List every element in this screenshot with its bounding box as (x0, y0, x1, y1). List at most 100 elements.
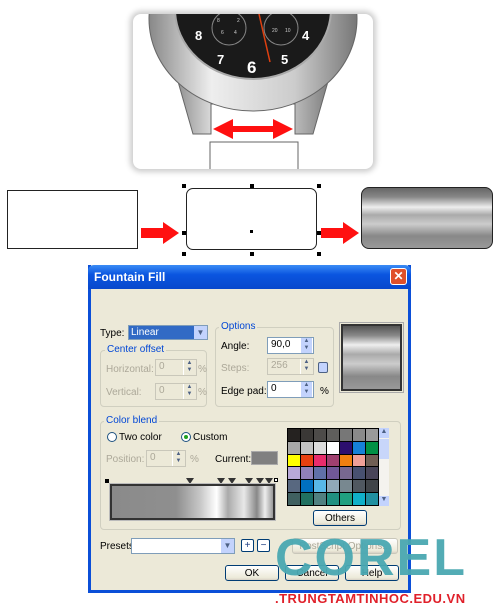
selection-handle[interactable] (182, 252, 186, 256)
palette-swatch[interactable] (314, 480, 326, 493)
vertical-input[interactable]: 0 ▲ ▼ (155, 383, 197, 400)
palette-swatch[interactable] (314, 493, 326, 505)
gradient-bar[interactable] (109, 483, 276, 521)
scroll-up-icon[interactable]: ▲ (379, 428, 389, 438)
spinner-icon[interactable]: ▲ ▼ (172, 451, 184, 466)
plain-rectangle (7, 190, 138, 249)
start-marker[interactable] (105, 479, 109, 483)
two-color-radio[interactable] (107, 432, 117, 442)
selection-handle[interactable] (317, 184, 321, 188)
others-button[interactable]: Others (313, 510, 367, 526)
palette-swatch[interactable] (340, 454, 352, 467)
palette-swatch[interactable] (301, 429, 313, 441)
palette-swatch[interactable] (366, 429, 378, 441)
palette-swatch[interactable] (353, 480, 365, 493)
steps-input[interactable]: 256 ▲ ▼ (267, 358, 314, 375)
vertical-label: Vertical: (106, 387, 142, 398)
scroll-thumb[interactable] (379, 439, 389, 459)
palette-swatch[interactable] (366, 493, 378, 505)
selection-handle[interactable] (250, 252, 254, 256)
end-marker[interactable] (274, 478, 278, 482)
palette-swatch[interactable] (340, 493, 352, 505)
custom-label: Custom (193, 432, 228, 443)
site-watermark: .TRUNGTAMTINHOC.EDU.VN (275, 591, 466, 606)
palette-swatch[interactable] (340, 480, 352, 493)
lock-icon[interactable] (318, 362, 328, 373)
palette-swatch[interactable] (288, 480, 300, 493)
spinner-icon[interactable]: ▲ ▼ (300, 338, 312, 353)
palette-swatch[interactable] (288, 454, 300, 467)
selection-handle[interactable] (250, 184, 254, 188)
steps-value: 256 (271, 360, 288, 371)
palette-swatch[interactable] (327, 480, 339, 493)
palette-swatch[interactable] (353, 429, 365, 441)
palette-swatch[interactable] (353, 441, 365, 454)
palette-swatch[interactable] (327, 454, 339, 467)
dialog-title-bar[interactable]: Fountain Fill ✕ (88, 265, 411, 289)
spinner-icon[interactable]: ▲ ▼ (300, 359, 312, 374)
center-offset-label: Center offset (105, 344, 167, 355)
chevron-down-icon[interactable]: ▼ (221, 539, 234, 553)
palette-swatch[interactable] (327, 493, 339, 505)
palette-swatch[interactable] (353, 454, 365, 467)
radio-dot-icon (184, 435, 188, 439)
horizontal-input[interactable]: 0 ▲ ▼ (155, 359, 197, 376)
dialog-title: Fountain Fill (94, 270, 166, 284)
spinner-icon[interactable]: ▲ ▼ (300, 382, 312, 397)
gradient-rounded-rectangle (361, 187, 493, 249)
palette-swatch[interactable] (340, 429, 352, 441)
palette-swatch[interactable] (366, 454, 378, 467)
palette-swatch[interactable] (301, 467, 313, 480)
add-preset-button[interactable]: + (241, 539, 254, 552)
selection-handle[interactable] (182, 184, 186, 188)
palette-swatch[interactable] (314, 429, 326, 441)
color-palette[interactable] (287, 428, 379, 506)
palette-swatch[interactable] (288, 493, 300, 505)
angle-label: Angle: (221, 341, 250, 352)
palette-swatch[interactable] (340, 467, 352, 480)
palette-swatch[interactable] (340, 441, 352, 454)
palette-swatch[interactable] (314, 454, 326, 467)
palette-swatch[interactable] (301, 480, 313, 493)
spinner-icon[interactable]: ▲ ▼ (183, 384, 195, 399)
ok-button[interactable]: OK (225, 565, 279, 581)
chevron-down-icon[interactable]: ▼ (194, 326, 207, 339)
palette-scrollbar[interactable]: ▲ ▼ (379, 428, 389, 506)
fill-preview[interactable] (339, 322, 404, 393)
selection-handle[interactable] (317, 252, 321, 256)
type-select[interactable]: Linear ▼ (128, 325, 208, 340)
palette-swatch[interactable] (353, 467, 365, 480)
palette-swatch[interactable] (366, 467, 378, 480)
edge-pad-input[interactable]: 0 ▲ ▼ (267, 381, 314, 398)
position-value: 0 (150, 452, 156, 463)
numeral-5: 5 (281, 52, 289, 67)
palette-swatch[interactable] (366, 480, 378, 493)
palette-swatch[interactable] (301, 441, 313, 454)
palette-swatch[interactable] (327, 429, 339, 441)
center-mark (250, 230, 253, 233)
selected-rounded-rectangle[interactable] (186, 188, 317, 250)
position-input[interactable]: 0 ▲ ▼ (146, 450, 186, 467)
palette-swatch[interactable] (301, 493, 313, 505)
angle-input[interactable]: 90,0 ▲ ▼ (267, 337, 314, 354)
palette-swatch[interactable] (301, 454, 313, 467)
remove-preset-button[interactable]: − (257, 539, 270, 552)
spinner-icon[interactable]: ▲ ▼ (183, 360, 195, 375)
current-color-swatch[interactable] (251, 451, 278, 465)
palette-swatch[interactable] (314, 441, 326, 454)
custom-radio[interactable] (181, 432, 191, 442)
palette-swatch[interactable] (288, 441, 300, 454)
corel-logo: COREL (275, 529, 467, 587)
close-button[interactable]: ✕ (390, 268, 407, 285)
selection-handle[interactable] (182, 231, 186, 235)
presets-select[interactable]: ▼ (131, 538, 235, 554)
vertical-value: 0 (159, 385, 165, 396)
scroll-down-icon[interactable]: ▼ (379, 496, 389, 506)
palette-swatch[interactable] (327, 441, 339, 454)
palette-swatch[interactable] (353, 493, 365, 505)
palette-swatch[interactable] (327, 467, 339, 480)
palette-swatch[interactable] (366, 441, 378, 454)
palette-swatch[interactable] (288, 467, 300, 480)
palette-swatch[interactable] (288, 429, 300, 441)
palette-swatch[interactable] (314, 467, 326, 480)
